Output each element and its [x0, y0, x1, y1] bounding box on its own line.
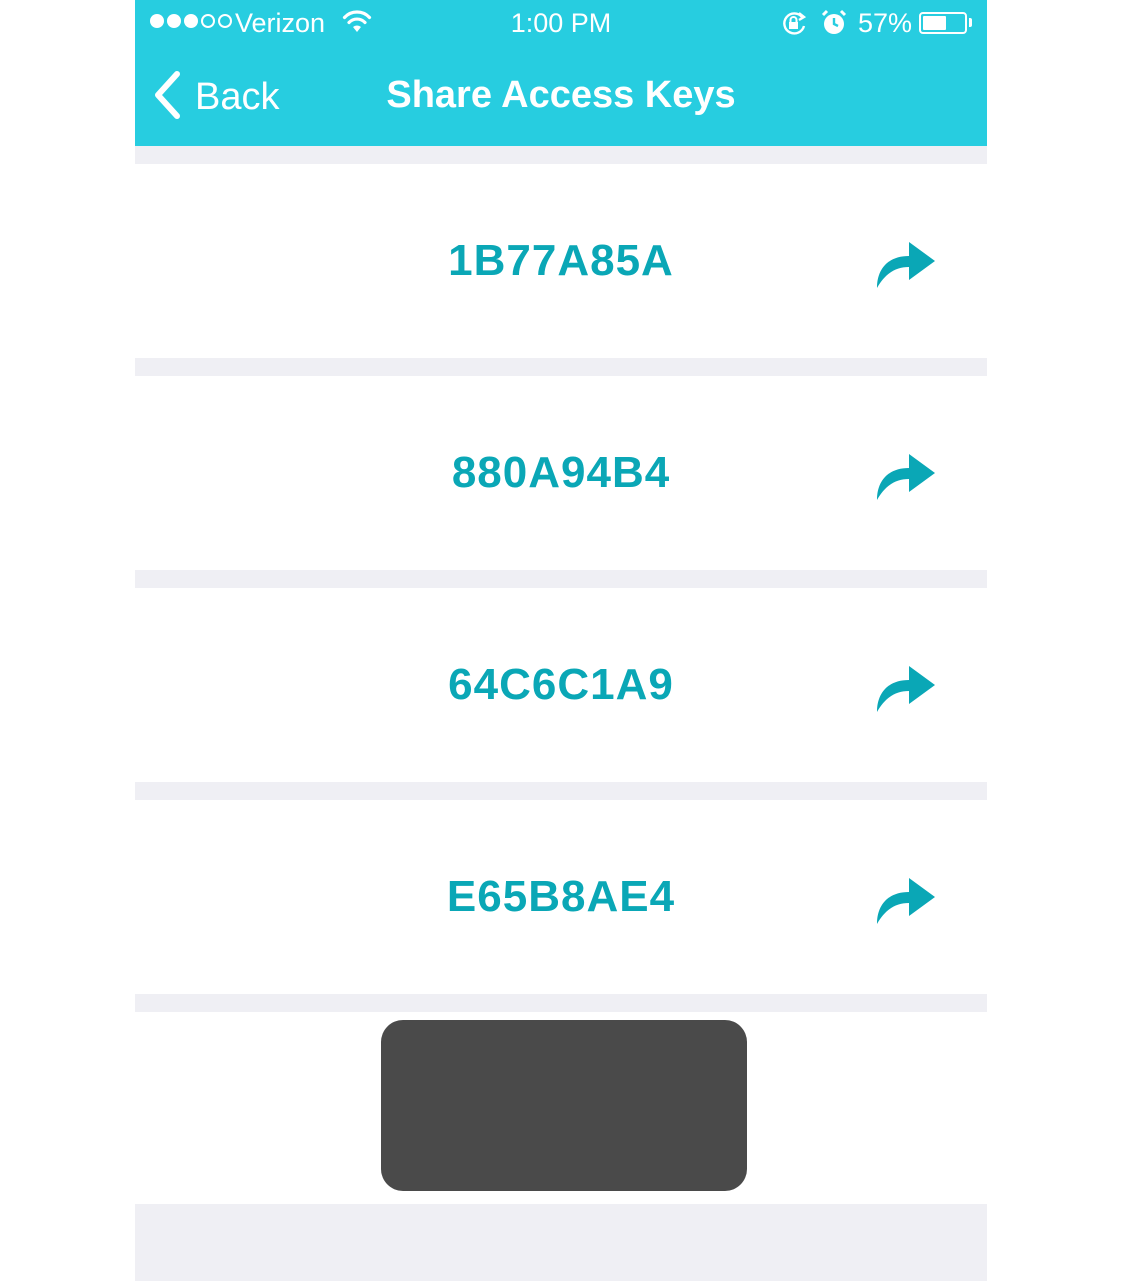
toast-overlay — [381, 1020, 747, 1191]
page-title: Share Access Keys — [386, 74, 736, 116]
share-arrow-icon[interactable] — [875, 874, 937, 926]
share-arrow-icon[interactable] — [875, 662, 937, 714]
separator — [135, 994, 987, 1012]
app-screen: Verizon 1:00 PM 57% Back Share Access Ke… — [135, 0, 987, 1281]
separator — [135, 358, 987, 376]
key-row: 1B77A85A — [135, 164, 987, 358]
share-arrow-icon[interactable] — [875, 238, 937, 290]
access-key-code: 64C6C1A9 — [448, 660, 674, 709]
separator — [135, 570, 987, 588]
footer-area — [135, 1204, 987, 1281]
access-key-code: 1B77A85A — [448, 236, 674, 285]
battery-percent: 57% — [858, 8, 913, 38]
header: Verizon 1:00 PM 57% Back Share Access Ke… — [135, 0, 987, 146]
status-bar: Verizon 1:00 PM 57% — [135, 0, 987, 46]
access-key-code: E65B8AE4 — [446, 872, 676, 921]
separator — [135, 146, 987, 164]
separator — [135, 782, 987, 800]
battery-nub — [969, 18, 972, 27]
share-arrow-icon[interactable] — [875, 450, 937, 502]
rotation-lock-icon — [780, 9, 808, 44]
battery-icon — [919, 12, 967, 34]
key-row: E65B8AE4 — [135, 800, 987, 994]
alarm-clock-icon — [821, 9, 847, 44]
access-key-code: 880A94B4 — [451, 448, 671, 497]
key-row: 880A94B4 — [135, 376, 987, 570]
key-row: 64C6C1A9 — [135, 588, 987, 782]
